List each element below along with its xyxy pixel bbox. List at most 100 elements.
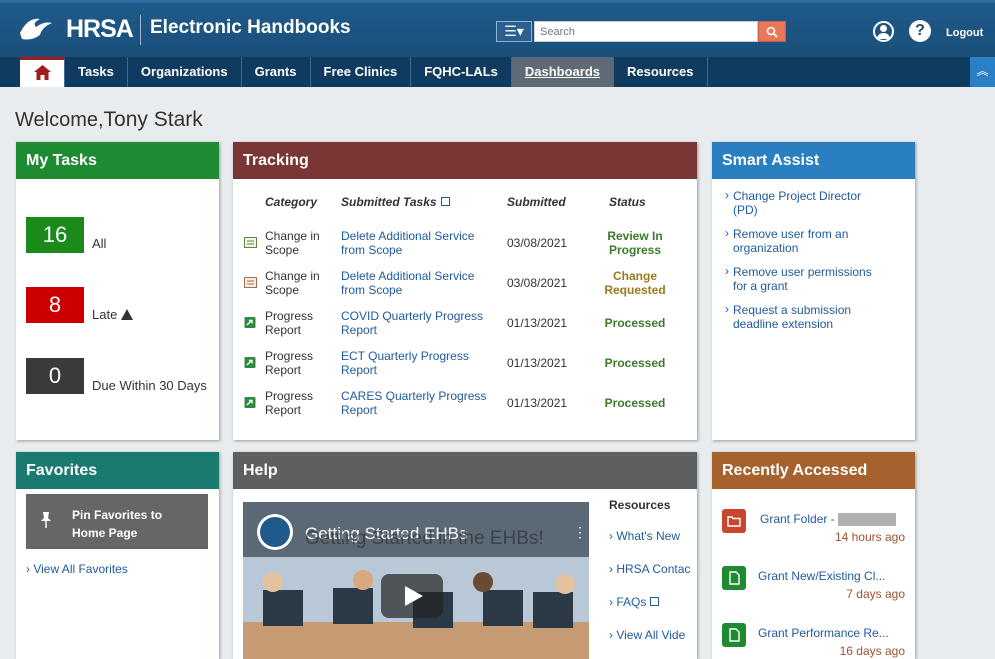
warning-icon xyxy=(121,309,134,320)
smart-assist-link[interactable]: Request a submissiondeadline extension xyxy=(725,302,913,331)
video-caption: Getting Started in the EHBs! xyxy=(305,528,544,549)
folder-icon xyxy=(722,509,746,533)
table-row-date: 01/13/2021 xyxy=(507,316,568,330)
change-scope-icon xyxy=(244,237,257,248)
smart-assist-title: Smart Assist xyxy=(712,142,915,179)
logout-link[interactable]: Logout xyxy=(946,27,983,39)
help-link-videos[interactable]: › View All Vide xyxy=(609,628,685,642)
table-row-date: 01/13/2021 xyxy=(507,396,568,410)
smart-assist-link[interactable]: Change Project Director(PD) xyxy=(725,188,913,217)
user-profile-icon[interactable] xyxy=(873,21,894,42)
table-row-status: Processed xyxy=(604,356,666,370)
tracking-card: Tracking Category Submitted Tasks Submit… xyxy=(233,142,697,440)
help-link-contact[interactable]: › HRSA Contac xyxy=(609,562,690,576)
logo-divider xyxy=(140,15,141,45)
table-row-date: 03/08/2021 xyxy=(507,276,568,290)
help-video-player[interactable]: Getting Started EHBs Getting Started in … xyxy=(243,502,589,659)
table-row-task-link[interactable]: Delete Additional Service from Scope xyxy=(341,269,474,297)
help-link-whats-new[interactable]: › What's New xyxy=(609,529,680,543)
col-status: Status xyxy=(609,195,646,209)
search-icon xyxy=(766,26,778,38)
help-icon[interactable]: ? xyxy=(909,20,931,42)
view-all-favorites-link[interactable]: › View All Favorites xyxy=(26,562,128,576)
nav-collapse-button[interactable]: ︽ xyxy=(970,57,995,87)
home-icon xyxy=(34,65,51,80)
recent-item-link[interactable]: Grant New/Existing Cl... xyxy=(758,569,885,583)
help-link-faqs[interactable]: › FAQs xyxy=(609,595,660,609)
external-link-icon xyxy=(650,597,660,606)
table-row-status: Change Requested xyxy=(604,269,666,297)
welcome-heading: Welcome,Tony Stark xyxy=(15,108,203,132)
search-input[interactable] xyxy=(534,21,758,42)
help-resources-title: Resources xyxy=(609,498,671,512)
recently-accessed-card: Recently Accessed Grant Folder - 14 hour… xyxy=(712,452,915,659)
help-card: Help Getting Started EHBs Getting Starte… xyxy=(233,452,697,659)
tracking-title: Tracking xyxy=(233,142,697,179)
pin-favorites-button[interactable]: Pin Favorites to Home Page xyxy=(26,494,208,549)
nav-tasks[interactable]: Tasks xyxy=(65,57,128,87)
table-row-category: Change in Scope xyxy=(265,229,320,257)
col-category: Category xyxy=(265,195,318,209)
table-row-category: Progress Report xyxy=(265,349,314,377)
change-scope-icon xyxy=(244,277,257,288)
logo-text: HRSA xyxy=(66,15,134,43)
tasks-late-text: Late xyxy=(92,307,118,322)
smart-assist-link[interactable]: Remove user permissionsfor a grant xyxy=(725,264,913,293)
smart-assist-card: Smart Assist Change Project Director(PD)… xyxy=(712,142,915,440)
table-row-category: Progress Report xyxy=(265,389,314,417)
search-button[interactable] xyxy=(758,21,786,42)
nav-fqhc-lals[interactable]: FQHC-LALs xyxy=(411,57,512,87)
pin-icon xyxy=(41,512,51,528)
progress-report-icon xyxy=(244,317,256,328)
table-row-task-link[interactable]: COVID Quarterly Progress Report xyxy=(341,309,483,337)
header-bar: HRSA Electronic Handbooks ☰▾ ? Logout xyxy=(0,0,995,57)
video-menu-icon[interactable]: ⋮ xyxy=(573,524,587,541)
tasks-late-label[interactable]: Late xyxy=(92,307,134,322)
help-title: Help xyxy=(233,452,697,489)
table-row-task-link[interactable]: Delete Additional Service from Scope xyxy=(341,229,474,257)
progress-report-icon xyxy=(244,357,256,368)
app-title: Electronic Handbooks xyxy=(150,17,351,38)
view-all-favorites-label: View All Favorites xyxy=(33,562,128,576)
document-icon xyxy=(722,566,746,590)
document-icon xyxy=(722,623,746,647)
welcome-prefix: Welcome, xyxy=(15,109,104,131)
recent-item-time: 16 days ago xyxy=(839,644,905,658)
table-row-task-link[interactable]: CARES Quarterly Progress Report xyxy=(341,389,486,417)
nav-organizations[interactable]: Organizations xyxy=(128,57,242,87)
tasks-due-count[interactable]: 0 xyxy=(26,358,84,394)
tasks-all-count[interactable]: 16 xyxy=(26,217,84,253)
table-row-status: Processed xyxy=(604,316,666,330)
eagle-icon xyxy=(20,18,52,40)
table-row-status: Processed xyxy=(604,396,666,410)
table-row-category: Progress Report xyxy=(265,309,314,337)
pin-favorites-label: Pin Favorites to Home Page xyxy=(72,508,163,540)
table-row-category: Change in Scope xyxy=(265,269,320,297)
hrsa-logo[interactable]: HRSA xyxy=(18,13,138,49)
my-tasks-card: My Tasks 16 All 8 Late 0 Due Within 30 D… xyxy=(16,142,219,440)
redacted-block xyxy=(838,513,897,527)
tasks-late-count[interactable]: 8 xyxy=(26,287,84,323)
table-row-task-link[interactable]: ECT Quarterly Progress Report xyxy=(341,349,469,377)
col-submitted-tasks-label: Submitted Tasks xyxy=(341,195,437,209)
table-row-date: 03/08/2021 xyxy=(507,236,568,250)
favorites-card: Favorites Pin Favorites to Home Page › Vi… xyxy=(16,452,219,659)
col-submitted: Submitted xyxy=(507,195,566,209)
progress-report-icon xyxy=(244,397,256,408)
recent-item-link[interactable]: Grant Performance Re... xyxy=(758,626,889,640)
tasks-all-label[interactable]: All xyxy=(92,236,106,251)
nav-grants[interactable]: Grants xyxy=(242,57,311,87)
nav-resources[interactable]: Resources xyxy=(614,57,708,87)
external-link-icon xyxy=(440,197,450,206)
main-nav: Tasks Organizations Grants Free Clinics … xyxy=(0,57,995,87)
nav-dashboards[interactable]: Dashboards xyxy=(511,57,615,87)
search-menu-button[interactable]: ☰▾ xyxy=(496,21,532,42)
nav-free-clinics[interactable]: Free Clinics xyxy=(311,57,412,87)
recent-item-link[interactable]: Grant Folder - xyxy=(760,512,897,527)
welcome-name: Tony Stark xyxy=(103,108,203,131)
nav-home[interactable] xyxy=(20,57,65,87)
tasks-due-label[interactable]: Due Within 30 Days xyxy=(92,378,207,393)
smart-assist-link[interactable]: Remove user from anorganization xyxy=(725,226,913,255)
recent-item-time: 14 hours ago xyxy=(834,530,905,544)
table-row-status: Review In Progress xyxy=(607,229,663,257)
